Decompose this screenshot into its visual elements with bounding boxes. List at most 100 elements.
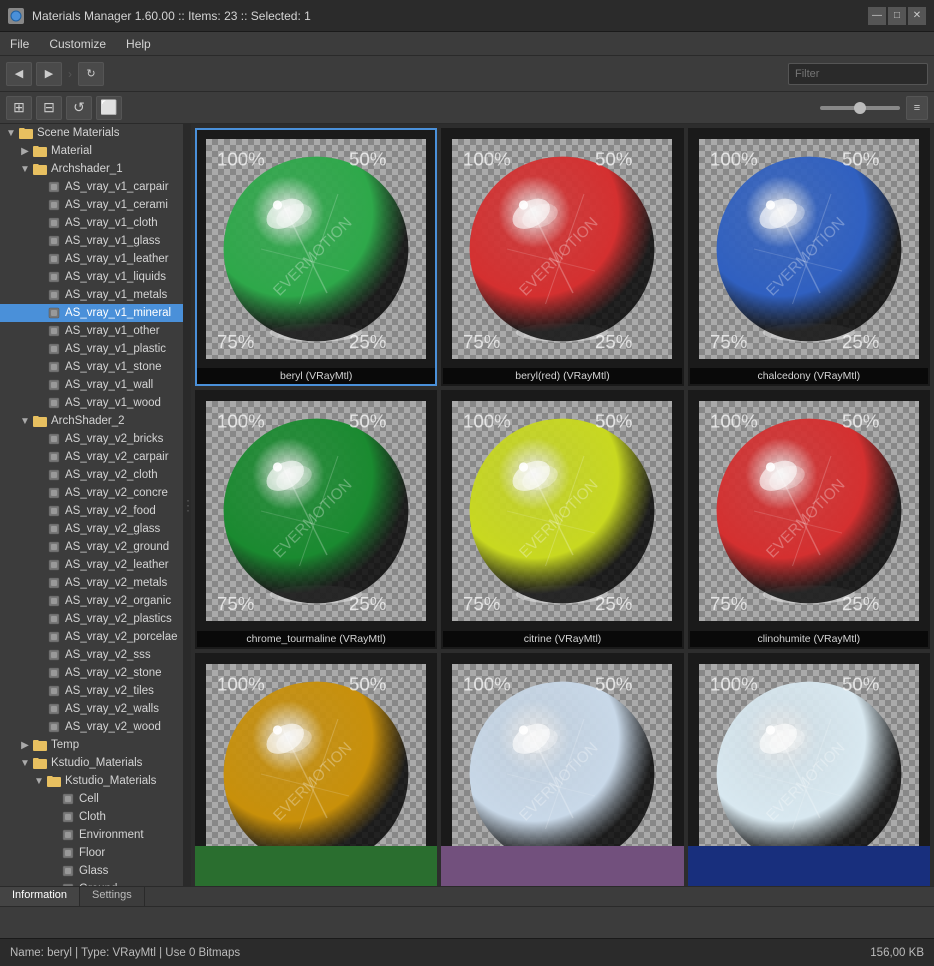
forward-button[interactable]: ▶ xyxy=(36,62,62,86)
svg-text:50%: 50% xyxy=(349,149,386,170)
sidebar-item-temp[interactable]: ▶Temp xyxy=(0,736,183,754)
refresh-button[interactable]: ↻ xyxy=(78,62,104,86)
svg-text:25%: 25% xyxy=(349,331,386,352)
tree-item-label: Ground xyxy=(79,883,117,886)
thumb-image: 100% 75% 50% 25% EVERMOTION xyxy=(690,655,928,846)
size-slider[interactable] xyxy=(820,106,900,110)
material-thumb-chalcedony[interactable]: 100% 75% 50% 25% EVERMOTION chalcedony (… xyxy=(688,128,930,386)
sidebar-item-kstudio-materials[interactable]: ▼Kstudio_Materials xyxy=(0,754,183,772)
folder-icon xyxy=(32,737,48,753)
material-thumb-beryl[interactable]: 100% 75% 50% 25% EVERMOTION beryl (VRayM… xyxy=(195,128,437,386)
sidebar-item-k-cloth[interactable]: Cloth xyxy=(0,808,183,826)
sidebar-item-as2-wood[interactable]: AS_vray_v2_wood xyxy=(0,718,183,736)
options-button[interactable]: ≡ xyxy=(906,96,928,120)
material-icon xyxy=(46,665,62,681)
view-btn-1[interactable]: ⊞ xyxy=(6,96,32,120)
material-icon xyxy=(46,341,62,357)
material-thumb-crysoberyl[interactable]: 100% 75% 50% 25% EVERMOTION crysoberyl (… xyxy=(195,653,437,846)
sidebar-item-as2-walls[interactable]: AS_vray_v2_walls xyxy=(0,700,183,718)
svg-text:75%: 75% xyxy=(463,593,500,614)
material-icon xyxy=(46,395,62,411)
sidebar-item-k-floor[interactable]: Floor xyxy=(0,844,183,862)
material-thumb-beryl-red[interactable]: 100% 75% 50% 25% EVERMOTION beryl(red) (… xyxy=(441,128,683,386)
menu-customize[interactable]: Customize xyxy=(45,35,110,53)
sidebar-item-as-cerami[interactable]: AS_vray_v1_cerami xyxy=(0,196,183,214)
sidebar-item-scene-materials[interactable]: ▼Scene Materials xyxy=(0,124,183,142)
sidebar-item-k-ground[interactable]: Ground xyxy=(0,880,183,886)
sidebar-item-as2-stone[interactable]: AS_vray_v2_stone xyxy=(0,664,183,682)
thumb-label: clinohumite (VRayMtl) xyxy=(690,631,928,647)
view-btn-3[interactable]: ↺ xyxy=(66,96,92,120)
tree-item-label: AS_vray_v1_leather xyxy=(65,253,169,265)
thumb-label: citrine (VRayMtl) xyxy=(443,631,681,647)
material-icon xyxy=(46,233,62,249)
thumb-label: beryl (VRayMtl) xyxy=(197,368,435,384)
sidebar-item-as-mineral[interactable]: AS_vray_v1_mineral xyxy=(0,304,183,322)
close-button[interactable]: ✕ xyxy=(908,7,926,25)
tree-item-label: AS_vray_v2_tiles xyxy=(65,685,154,697)
tree-item-label: AS_vray_v2_bricks xyxy=(65,433,163,445)
sidebar-item-as-glass[interactable]: AS_vray_v1_glass xyxy=(0,232,183,250)
material-icon xyxy=(46,467,62,483)
sidebar-item-as-leather[interactable]: AS_vray_v1_leather xyxy=(0,250,183,268)
material-icon xyxy=(46,611,62,627)
material-thumb-clinohumite[interactable]: 100% 75% 50% 25% EVERMOTION clinohumite … xyxy=(688,390,930,648)
material-thumb-citrine[interactable]: 100% 75% 50% 25% EVERMOTION citrine (VRa… xyxy=(441,390,683,648)
sidebar-item-as2-leather[interactable]: AS_vray_v2_leather xyxy=(0,556,183,574)
menu-help[interactable]: Help xyxy=(122,35,155,53)
sidebar-item-as-other[interactable]: AS_vray_v1_other xyxy=(0,322,183,340)
sidebar-item-as2-glass[interactable]: AS_vray_v2_glass xyxy=(0,520,183,538)
material-thumb-diamond[interactable]: 100% 75% 50% 25% EVERMOTION diamond (VRa… xyxy=(688,653,930,846)
material-icon xyxy=(46,521,62,537)
tab-information[interactable]: Information xyxy=(0,887,80,906)
sidebar-item-material[interactable]: ▶Material xyxy=(0,142,183,160)
sidebar-item-as-wood[interactable]: AS_vray_v1_wood xyxy=(0,394,183,412)
sidebar-item-as-liquids[interactable]: AS_vray_v1_liquids xyxy=(0,268,183,286)
sidebar-item-archshader-2[interactable]: ▼ArchShader_2 xyxy=(0,412,183,430)
sidebar-item-archshader-1[interactable]: ▼Archshader_1 xyxy=(0,160,183,178)
svg-text:100%: 100% xyxy=(710,411,758,432)
sidebar-item-as-cloth[interactable]: AS_vray_v1_cloth xyxy=(0,214,183,232)
sidebar-item-as-stone[interactable]: AS_vray_v1_stone xyxy=(0,358,183,376)
svg-text:100%: 100% xyxy=(463,149,511,170)
sidebar-item-as2-tiles[interactable]: AS_vray_v2_tiles xyxy=(0,682,183,700)
material-icon xyxy=(46,701,62,717)
sidebar-item-as2-carpair[interactable]: AS_vray_v2_carpair xyxy=(0,448,183,466)
sidebar-item-as2-concre[interactable]: AS_vray_v2_concre xyxy=(0,484,183,502)
sidebar-item-k-environment[interactable]: Environment xyxy=(0,826,183,844)
tree-item-label: AS_vray_v2_cloth xyxy=(65,469,158,481)
sidebar-item-as2-metals[interactable]: AS_vray_v2_metals xyxy=(0,574,183,592)
tree-item-label: AS_vray_v2_sss xyxy=(65,649,151,661)
menu-file[interactable]: File xyxy=(6,35,33,53)
filter-input[interactable] xyxy=(788,63,928,85)
partial-thumb-p1[interactable] xyxy=(195,846,437,886)
sidebar-item-as2-ground[interactable]: AS_vray_v2_ground xyxy=(0,538,183,556)
sidebar-item-as-carpair[interactable]: AS_vray_v1_carpair xyxy=(0,178,183,196)
material-thumb-crystal[interactable]: 100% 75% 50% 25% EVERMOTION crystal (VRa… xyxy=(441,653,683,846)
sidebar-item-as2-cloth[interactable]: AS_vray_v2_cloth xyxy=(0,466,183,484)
back-button[interactable]: ◀ xyxy=(6,62,32,86)
material-thumb-chrome-tourmaline[interactable]: 100% 75% 50% 25% EVERMOTION chrome_tourm… xyxy=(195,390,437,648)
sidebar-item-as-metals[interactable]: AS_vray_v1_metals xyxy=(0,286,183,304)
partial-thumb-p3[interactable] xyxy=(688,846,930,886)
sidebar-item-as2-organic[interactable]: AS_vray_v2_organic xyxy=(0,592,183,610)
tab-settings[interactable]: Settings xyxy=(80,887,145,906)
view-btn-4[interactable]: ⬜ xyxy=(96,96,122,120)
sidebar-item-as2-food[interactable]: AS_vray_v2_food xyxy=(0,502,183,520)
sidebar-item-as2-plastics[interactable]: AS_vray_v2_plastics xyxy=(0,610,183,628)
material-icon xyxy=(46,593,62,609)
sidebar-item-kstudio-materials-sub[interactable]: ▼Kstudio_Materials xyxy=(0,772,183,790)
sidebar-item-as2-bricks[interactable]: AS_vray_v2_bricks xyxy=(0,430,183,448)
minimize-button[interactable]: — xyxy=(868,7,886,25)
tree-item-label: AS_vray_v2_stone xyxy=(65,667,162,679)
partial-thumb-p2[interactable] xyxy=(441,846,683,886)
view-btn-2[interactable]: ⊟ xyxy=(36,96,62,120)
sidebar-item-k-cell[interactable]: Cell xyxy=(0,790,183,808)
tree-item-label: AS_vray_v2_porcelae xyxy=(65,631,178,643)
sidebar-item-as2-porcelae[interactable]: AS_vray_v2_porcelae xyxy=(0,628,183,646)
maximize-button[interactable]: □ xyxy=(888,7,906,25)
sidebar-item-as-wall[interactable]: AS_vray_v1_wall xyxy=(0,376,183,394)
sidebar-item-as2-sss[interactable]: AS_vray_v2_sss xyxy=(0,646,183,664)
sidebar-item-as-plastics[interactable]: AS_vray_v1_plastic xyxy=(0,340,183,358)
sidebar-item-k-glass[interactable]: Glass xyxy=(0,862,183,880)
